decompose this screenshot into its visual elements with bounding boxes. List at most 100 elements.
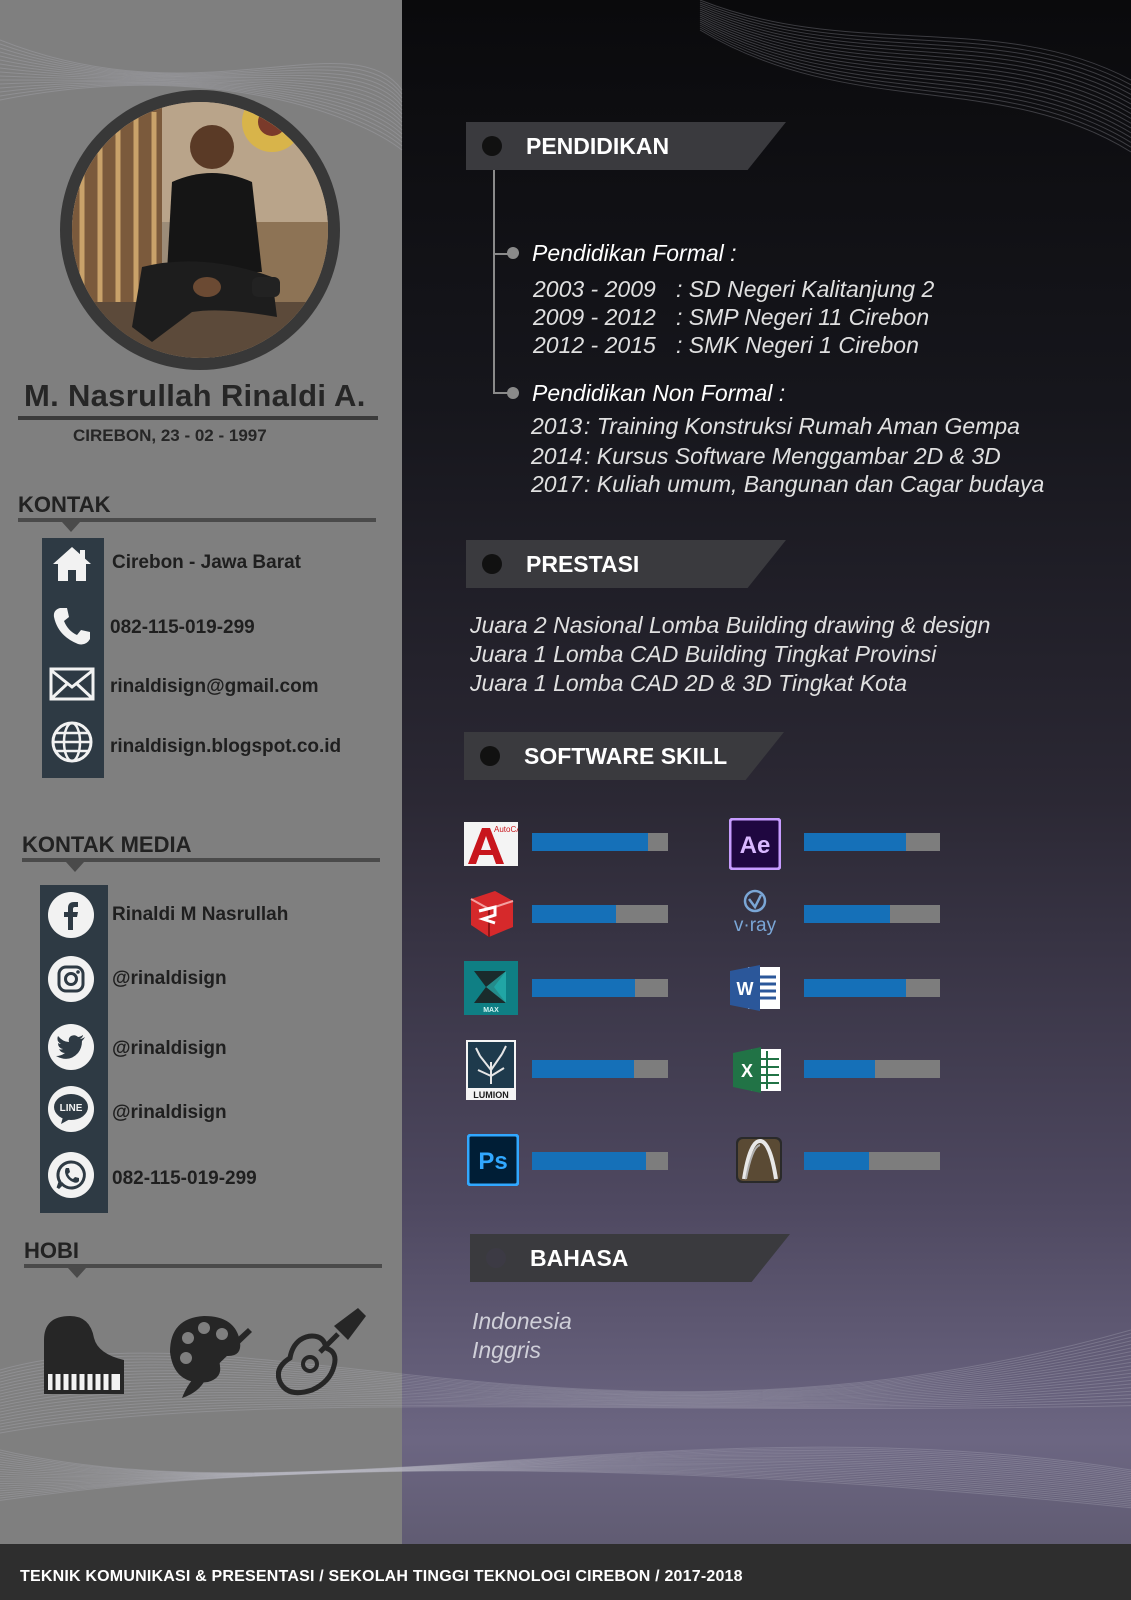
- line-icon-label: LINE: [60, 1103, 83, 1114]
- line-icon: LINE: [48, 1086, 94, 1132]
- kontak-phone[interactable]: 082-115-019-299: [110, 617, 255, 639]
- skill-bar-fill: [532, 1152, 647, 1170]
- skill-bar-photoshop: [532, 1152, 668, 1170]
- after-effects-icon: Ae: [728, 818, 782, 870]
- nonformal-text-1: : Training Konstruksi Rumah Aman Gempa: [584, 413, 1020, 439]
- 3dsmax-icon-label: MAX: [483, 1007, 499, 1014]
- kontak-media-pointer: [66, 862, 84, 872]
- instagram-handle[interactable]: @rinaldisign: [112, 968, 227, 990]
- archicad-icon: [732, 1134, 786, 1186]
- whatsapp-number[interactable]: 082-115-019-299: [112, 1168, 257, 1190]
- timeline-dot-formal: [507, 247, 519, 259]
- facebook-icon: [48, 892, 94, 938]
- skill-bar-fill: [804, 979, 906, 997]
- skill-bar-fill: [532, 1060, 634, 1078]
- excel-icon: X: [730, 1044, 784, 1096]
- 3dsmax-icon: MAX: [464, 961, 518, 1015]
- prestasi-item-1: Juara 2 Nasional Lomba Building drawing …: [470, 612, 991, 638]
- bahasa-heading: BAHASA: [530, 1245, 629, 1271]
- nonformal-text-2: : Kursus Software Menggambar 2D & 3D: [584, 443, 1001, 469]
- birth-place-date: CIREBON, 23 - 02 - 1997: [73, 426, 267, 445]
- twitter-handle[interactable]: @rinaldisign: [112, 1038, 227, 1060]
- skill-bar-lumion: [532, 1060, 668, 1078]
- prestasi-header: PRESTASI: [466, 540, 786, 588]
- skill-bar-fill: [532, 979, 636, 997]
- kontak-website[interactable]: rinaldisign.blogspot.co.id: [110, 736, 341, 758]
- skill-bar-fill: [532, 833, 648, 851]
- globe-icon: [46, 716, 98, 768]
- skill-bar-autocad: [532, 833, 668, 851]
- skill-bar-word: [804, 979, 940, 997]
- nonformal-year-1: 2013: [531, 413, 583, 439]
- paint-palette-icon: [166, 1312, 252, 1405]
- sketchup-icon: [464, 888, 518, 940]
- bahasa-header: BAHASA: [470, 1234, 790, 1282]
- skill-bar-3dsmax: [532, 979, 668, 997]
- lumion-icon-label: LUMION: [473, 1090, 509, 1100]
- piano-icon: [40, 1314, 128, 1403]
- phone-icon: [46, 600, 98, 652]
- after-effects-icon-label: Ae: [740, 832, 771, 859]
- skill-bar-archicad: [804, 1152, 940, 1170]
- software-header: SOFTWARE SKILL: [464, 732, 784, 780]
- formal-school-1: : SD Negeri Kalitanjung 2: [676, 276, 935, 302]
- nonformal-year-3: 2017: [531, 471, 583, 497]
- photoshop-icon-label: Ps: [478, 1148, 507, 1175]
- pendidikan-header: PENDIDIKAN: [466, 122, 786, 170]
- skill-bar-fill: [804, 833, 906, 851]
- skill-bar-after-effects: [804, 833, 940, 851]
- home-icon: [46, 538, 98, 590]
- footer-text: TEKNIK KOMUNIKASI & PRESENTASI / SEKOLAH…: [20, 1568, 743, 1585]
- formal-school-2: : SMP Negeri 11 Cirebon: [676, 304, 930, 330]
- formal-years-3: 2012 - 2015: [533, 332, 656, 358]
- excel-icon-label: X: [741, 1061, 753, 1081]
- bahasa-item-1: Indonesia: [472, 1308, 572, 1334]
- kontak-pointer: [62, 522, 80, 532]
- bahasa-item-2: Inggris: [472, 1337, 542, 1363]
- vray-icon-label: v·ray: [734, 915, 777, 936]
- autocad-icon: AutoCAD: [464, 818, 518, 870]
- formal-years-1: 2003 - 2009: [533, 276, 656, 302]
- whatsapp-icon: [48, 1152, 94, 1198]
- facebook-handle[interactable]: Rinaldi M Nasrullah: [112, 904, 288, 926]
- bahasa-bullet-icon: [486, 1248, 506, 1268]
- kontak-address: Cirebon - Jawa Barat: [112, 552, 301, 573]
- timeline-dot-nonformal: [507, 387, 519, 399]
- vray-icon: v·ray: [728, 888, 782, 940]
- hobi-pointer: [68, 1268, 86, 1278]
- person-name: M. Nasrullah Rinaldi A.: [24, 378, 366, 413]
- pendidikan-bullet-icon: [482, 136, 502, 156]
- prestasi-bullet-icon: [482, 554, 502, 574]
- skill-bar-fill: [804, 1152, 870, 1170]
- software-bullet-icon: [480, 746, 500, 766]
- line-handle[interactable]: @rinaldisign: [112, 1102, 227, 1124]
- profile-photo: [72, 102, 328, 358]
- kontak-email[interactable]: rinaldisign@gmail.com: [110, 676, 319, 698]
- skill-bar-fill: [804, 905, 890, 923]
- pendidikan-heading: PENDIDIKAN: [526, 133, 670, 159]
- skill-bar-excel: [804, 1060, 940, 1078]
- word-icon: W: [728, 962, 782, 1014]
- word-icon-label: W: [737, 979, 754, 999]
- prestasi-heading: PRESTASI: [526, 551, 640, 577]
- photoshop-icon: Ps: [466, 1134, 520, 1186]
- skill-bar-sketchup: [532, 905, 668, 923]
- instagram-icon: [48, 956, 94, 1002]
- kontak-media-heading: KONTAK MEDIA: [22, 832, 192, 857]
- formal-years-2: 2009 - 2012: [533, 304, 656, 330]
- formal-title: Pendidikan Formal :: [532, 240, 737, 266]
- timeline-line: [493, 170, 495, 394]
- autocad-icon-label: AutoCAD: [494, 825, 518, 834]
- skill-bar-vray: [804, 905, 940, 923]
- guitar-icon: [275, 1306, 368, 1401]
- skill-bar-fill: [532, 905, 617, 923]
- lumion-icon: LUMION: [464, 1040, 518, 1100]
- name-underline: [18, 416, 378, 420]
- skill-bar-fill: [804, 1060, 875, 1078]
- nonformal-text-3: : Kuliah umum, Bangunan dan Cagar budaya: [584, 471, 1045, 497]
- twitter-icon: [48, 1024, 94, 1070]
- mail-icon: [46, 658, 98, 710]
- software-heading: SOFTWARE SKILL: [524, 743, 728, 769]
- nonformal-title: Pendidikan Non Formal :: [532, 380, 786, 406]
- prestasi-item-3: Juara 1 Lomba CAD 2D & 3D Tingkat Kota: [470, 670, 908, 696]
